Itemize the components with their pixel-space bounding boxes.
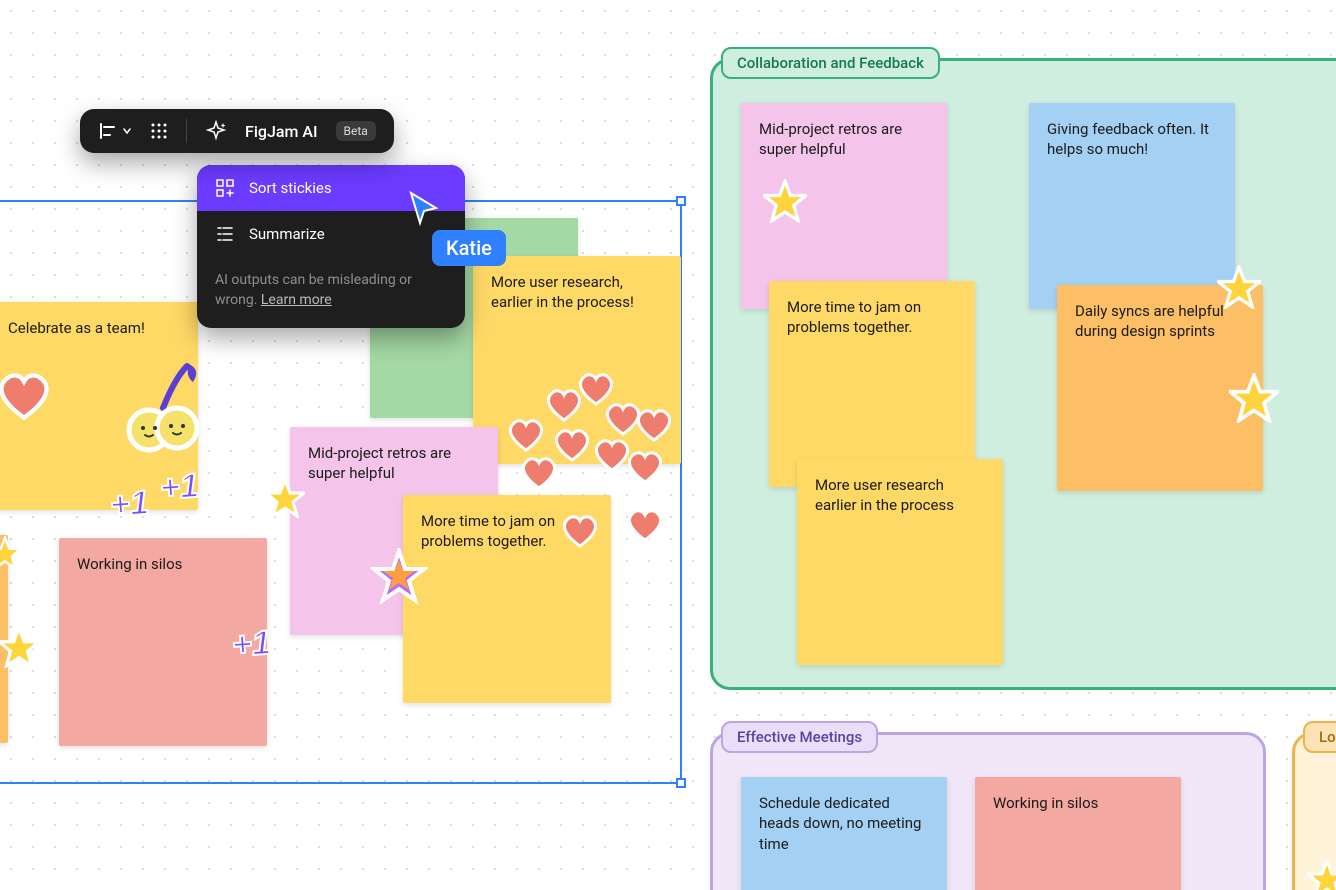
section-title: Loca [1303, 721, 1336, 753]
sticky-text: Working in silos [77, 555, 182, 573]
sticky-text: More user research earlier in the proces… [815, 476, 954, 514]
sticky-note[interactable] [0, 535, 8, 743]
sticky-note[interactable]: More time to jam on problems together. [403, 495, 611, 703]
sticky-note[interactable]: Daily syncs are helpful during design sp… [1057, 285, 1263, 491]
sticky-text: Daily syncs are helpful during design sp… [1075, 302, 1224, 340]
sticky-note[interactable]: More user research earlier in the proces… [797, 459, 1003, 665]
sticky-note[interactable]: More time to jam on problems together. [769, 281, 975, 487]
remote-cursor [408, 190, 440, 226]
beta-badge: Beta [336, 121, 376, 141]
selection-handle[interactable] [676, 196, 686, 206]
section-local[interactable]: Loca [1292, 732, 1336, 890]
figjam-ai-label: FigJam AI [245, 122, 318, 141]
section-title: Effective Meetings [721, 721, 878, 753]
sticky-text: More user research, earlier in the proce… [491, 273, 634, 311]
sticky-note[interactable]: Working in silos [59, 538, 267, 746]
grid-icon[interactable] [150, 122, 168, 140]
ai-disclaimer: AI outputs can be misleading or wrong. L… [197, 257, 465, 328]
sticky-text: Mid-project retros are super helpful [308, 444, 451, 482]
sticky-note[interactable]: Celebrate as a team! [0, 302, 198, 510]
sticky-text: Schedule dedicated heads down, no meetin… [759, 794, 921, 853]
star-sticker [1307, 859, 1336, 890]
sort-stickies-icon [215, 178, 235, 198]
sticky-text: Mid-project retros are super helpful [759, 120, 902, 158]
sticky-note[interactable]: More user research, earlier in the proce… [473, 256, 681, 464]
learn-more-link[interactable]: Learn more [261, 292, 332, 308]
sticky-text: More time to jam on problems together. [787, 298, 921, 336]
sticky-text: Working in silos [993, 794, 1098, 812]
cursor-name-tag: Katie [432, 230, 506, 266]
menu-item-label: Sort stickies [249, 179, 332, 197]
section-collaboration[interactable]: Collaboration and Feedback Mid-project r… [710, 58, 1336, 690]
sticky-note[interactable]: Mid-project retros are super helpful [741, 103, 947, 309]
align-icon[interactable] [98, 121, 132, 141]
chevron-down-icon [122, 126, 132, 136]
sticky-text: Celebrate as a team! [8, 319, 145, 337]
sticky-note[interactable]: Schedule dedicated heads down, no meetin… [741, 777, 947, 890]
sticky-text: More time to jam on problems together. [421, 512, 555, 550]
section-title: Collaboration and Feedback [721, 47, 940, 79]
selection-handle[interactable] [676, 778, 686, 788]
figjam-ai-toolbar[interactable]: FigJam AI Beta [80, 109, 394, 153]
sticky-note[interactable]: Giving feedback often. It helps so much! [1029, 103, 1235, 309]
summarize-icon [215, 224, 235, 244]
menu-item-label: Summarize [249, 225, 325, 243]
heart-sticker [627, 508, 663, 542]
section-effective-meetings[interactable]: Effective Meetings Schedule dedicated he… [710, 732, 1266, 890]
sticky-text: Giving feedback often. It helps so much! [1047, 120, 1209, 158]
sparkle-icon [205, 120, 227, 142]
sticky-note[interactable]: Working in silos [975, 777, 1181, 890]
